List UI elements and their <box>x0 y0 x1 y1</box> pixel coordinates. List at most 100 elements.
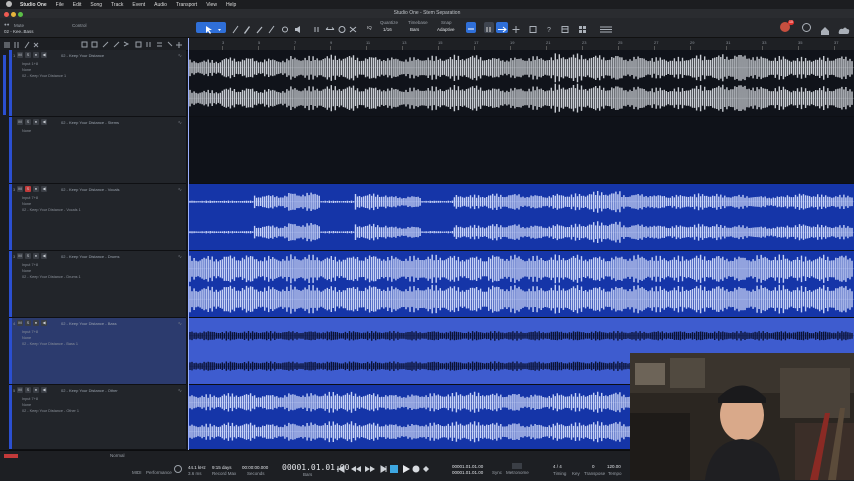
menu-app[interactable]: Studio One <box>20 2 47 8</box>
time-signature[interactable]: 4 / 4 <box>553 464 562 469</box>
track-header[interactable]: 1 M S ● ◀ 02 - Keep Your Distance ∿ Input 1+8 No… <box>9 50 186 117</box>
menu-audio[interactable]: Audio <box>154 2 167 8</box>
track-header[interactable]: 3 M S ● ◀ 02 - Keep Your Distance - Drums ∿ Inp… <box>9 251 186 318</box>
loop-start[interactable]: 00001.01.01.00 <box>452 464 483 469</box>
mute-button[interactable]: M <box>17 253 23 259</box>
mute-button[interactable]: M <box>17 186 23 192</box>
track-send[interactable]: None <box>22 336 31 340</box>
grid-snap-button[interactable] <box>528 22 538 33</box>
monitor-button[interactable]: ◀ <box>41 253 47 259</box>
monitor-button[interactable]: ◀ <box>41 52 47 58</box>
solo-button[interactable]: S <box>25 320 31 326</box>
track-output[interactable]: 02 - Keep Your Distance 1 <box>22 74 66 78</box>
menu-event[interactable]: Event <box>132 2 145 8</box>
record-arm-button[interactable]: ● <box>33 52 39 58</box>
arrow-tool-button[interactable] <box>196 22 226 34</box>
track-header[interactable]: 5 M S ● ◀ 02 - Keep Your Distance - Other ∿ Inp… <box>9 385 186 450</box>
audio-event[interactable] <box>188 117 854 183</box>
record-arm-button[interactable]: ● <box>33 320 39 326</box>
solo-button[interactable]: S <box>25 253 31 259</box>
track-input[interactable]: Input 7+8 <box>22 263 38 267</box>
track-header[interactable]: M S ● ◀ 02 - Keep Your Distance - Stems ∿ None <box>9 117 186 184</box>
mute-button[interactable]: M <box>17 52 23 58</box>
track-input[interactable]: Input 7+8 <box>22 330 38 334</box>
close-window-button[interactable] <box>4 12 9 17</box>
record-arm-button[interactable]: ● <box>33 387 39 393</box>
performance-icon[interactable] <box>174 465 182 473</box>
playhead-cursor[interactable] <box>188 38 189 450</box>
track-name[interactable]: 02 - Keep Your Distance - Other <box>61 388 118 393</box>
track-output[interactable]: 02 - Keep Your Distance - Other 1 <box>22 409 79 413</box>
quantize-select[interactable]: 1/16 <box>383 27 392 32</box>
track-name[interactable]: 02 - Keep Your Distance - Stems <box>61 120 119 125</box>
menu-view[interactable]: View <box>206 2 217 8</box>
view-grid-button[interactable] <box>577 22 591 33</box>
track-lane[interactable] <box>188 184 854 251</box>
mute-button[interactable]: M <box>17 387 23 393</box>
waveform-icon[interactable]: ∿ <box>178 53 182 59</box>
track-name[interactable]: 02 - Keep Your Distance - Bass <box>61 321 117 326</box>
toolbar-icon-a[interactable]: ●● <box>4 22 9 27</box>
waveform-icon[interactable]: ∿ <box>178 254 182 260</box>
transpose-value[interactable]: 0 <box>592 464 595 469</box>
crosshair-button[interactable] <box>511 22 521 33</box>
audio-event[interactable] <box>188 184 854 250</box>
minimize-window-button[interactable] <box>11 12 16 17</box>
zoom-window-button[interactable] <box>18 12 23 17</box>
layout-button[interactable] <box>598 22 614 33</box>
record-arm-button[interactable]: ● <box>33 119 39 125</box>
waveform-icon[interactable]: ∿ <box>178 388 182 394</box>
monitor-button[interactable]: ◀ <box>41 320 47 326</box>
track-input[interactable]: Input 7+8 <box>22 196 38 200</box>
track-send[interactable]: None <box>22 403 31 407</box>
tempo-value[interactable]: 120.00 <box>607 464 621 469</box>
monitor-button[interactable]: ◀ <box>41 186 47 192</box>
track-name[interactable]: 02 - Keep Your Distance - Drums <box>61 254 119 259</box>
iq-label[interactable]: IQ <box>367 25 372 30</box>
audio-event[interactable] <box>188 50 854 116</box>
menu-transport[interactable]: Transport <box>176 2 197 8</box>
monitor-button[interactable]: ◀ <box>41 119 47 125</box>
track-send[interactable]: None <box>22 68 31 72</box>
solo-button[interactable]: S <box>25 119 31 125</box>
track-header[interactable]: 3 M S ● ◀ 02 - Keep Your Distance - Vocals ∿ In… <box>9 184 186 251</box>
metronome-button[interactable] <box>512 463 522 469</box>
follow-button[interactable] <box>496 22 508 33</box>
help-button[interactable]: ? <box>544 22 554 34</box>
audio-event[interactable] <box>188 251 854 317</box>
menu-help[interactable]: Help <box>226 2 236 8</box>
sync-icon[interactable] <box>802 23 811 32</box>
menu-file[interactable]: File <box>56 2 64 8</box>
track-send[interactable]: None <box>22 269 31 273</box>
solo-button[interactable]: S <box>25 387 31 393</box>
track-lane[interactable] <box>188 50 854 117</box>
track-output[interactable]: 02 - Keep Your Distance - Vocals 1 <box>22 208 81 212</box>
browser-button[interactable] <box>560 22 570 33</box>
record-arm-button[interactable]: ● <box>33 186 39 192</box>
mute-button[interactable]: M <box>17 320 23 326</box>
timebase-select[interactable]: Bars <box>410 27 419 32</box>
track-name[interactable]: 02 - Keep Your Distance <box>61 53 104 58</box>
loop-end[interactable]: 00001.01.01.00 <box>452 470 483 475</box>
waveform-icon[interactable]: ∿ <box>178 187 182 193</box>
solo-button[interactable]: S <box>25 52 31 58</box>
waveform-icon[interactable]: ∿ <box>178 120 182 126</box>
snap-select[interactable]: Adaptive <box>437 27 455 32</box>
track-send[interactable]: None <box>22 202 31 206</box>
menu-track[interactable]: Track <box>111 2 123 8</box>
track-output[interactable]: 02 - Keep Your Distance - Bass 1 <box>22 342 78 346</box>
menu-edit[interactable]: Edit <box>73 2 82 8</box>
track-input[interactable]: Input 7+8 <box>22 397 38 401</box>
solo-button[interactable]: S <box>25 186 31 192</box>
track-output[interactable]: 02 - Keep Your Distance - Drums 1 <box>22 275 81 279</box>
track-name[interactable]: 02 - Keep Your Distance - Vocals <box>61 187 119 192</box>
track-lane[interactable] <box>188 251 854 318</box>
apple-icon[interactable] <box>6 1 12 7</box>
waveform-icon[interactable]: ∿ <box>178 321 182 327</box>
record-arm-button[interactable]: ● <box>33 253 39 259</box>
track-input[interactable]: None <box>22 129 31 133</box>
track-lane[interactable] <box>188 117 854 184</box>
seconds-display[interactable]: 00:00:00.000 <box>242 465 268 470</box>
monitor-button[interactable]: ◀ <box>41 387 47 393</box>
autoscroll-button[interactable] <box>484 22 494 33</box>
